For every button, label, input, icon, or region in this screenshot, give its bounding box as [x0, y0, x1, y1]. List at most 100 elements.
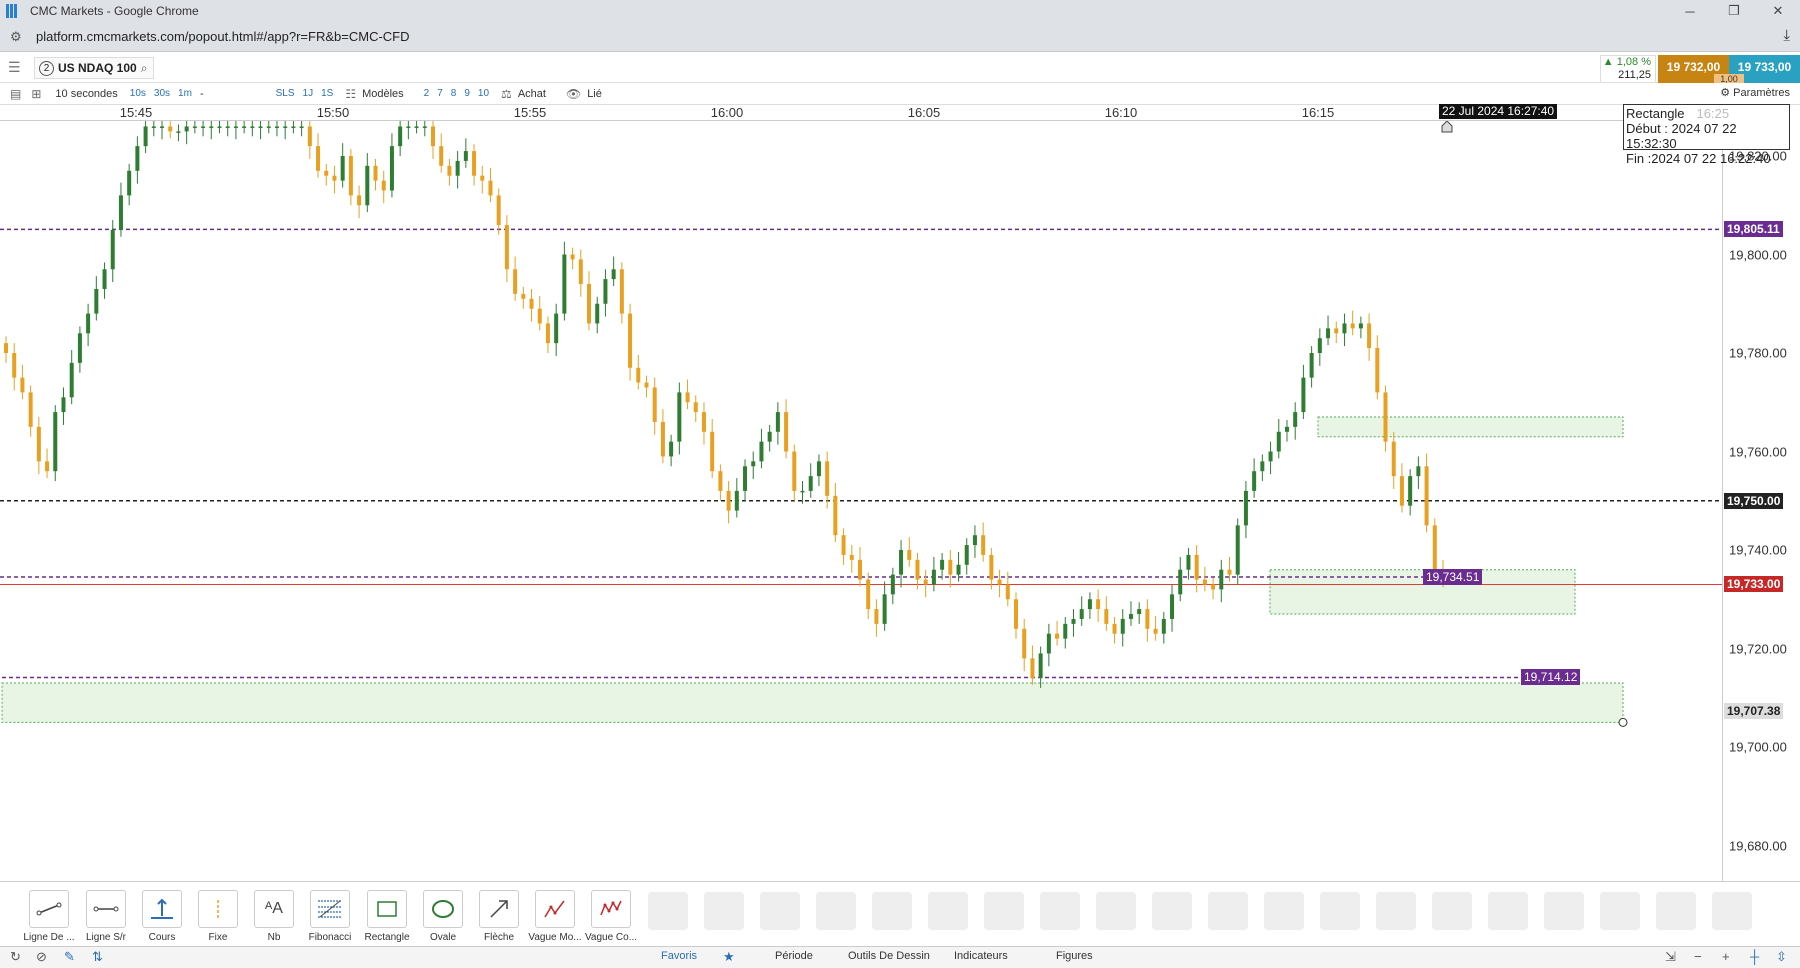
candle-body	[1432, 525, 1437, 570]
empty-tool-slot[interactable]	[872, 892, 912, 930]
magnet-icon[interactable]: ⇅	[92, 949, 103, 965]
empty-tool-slot[interactable]	[648, 892, 688, 930]
price-tick: 19,760.00	[1729, 444, 1787, 459]
candle-body	[1243, 490, 1248, 526]
empty-tool-slot[interactable]	[1152, 892, 1192, 930]
reset-scale-icon[interactable]: ⇳	[1776, 949, 1787, 965]
zoom-out-icon[interactable]: −	[1694, 949, 1702, 964]
crosshair-icon[interactable]: ┼	[1750, 949, 1759, 964]
range-1s[interactable]: 1S	[321, 88, 333, 99]
preset-10[interactable]: 10	[478, 88, 489, 99]
interval-1m[interactable]: 1m	[178, 88, 192, 99]
candle-body	[192, 126, 197, 128]
scale-icon: ⚖	[501, 86, 512, 101]
tool-trendline[interactable]: Ligne De ...	[21, 890, 77, 943]
candle-body	[1137, 609, 1142, 615]
interval-30s[interactable]: 30s	[154, 88, 170, 99]
settings-button[interactable]: ⚙ Paramètres	[1720, 86, 1790, 99]
refresh-icon[interactable]: ↻	[10, 949, 21, 965]
interval-10s[interactable]: 10s	[130, 88, 146, 99]
chart-number-badge: 2	[39, 60, 54, 76]
interval-selector[interactable]: 10 secondes	[55, 88, 117, 100]
download-icon[interactable]: ⤓	[1783, 27, 1790, 44]
candle-body	[841, 535, 846, 555]
tool-price[interactable]: Cours	[134, 890, 190, 943]
candle-body	[414, 126, 419, 128]
preset-8[interactable]: 8	[451, 88, 457, 99]
empty-tool-slot[interactable]	[1264, 892, 1304, 930]
close-button[interactable]: ✕	[1756, 0, 1800, 22]
range-sls[interactable]: SLS	[276, 88, 295, 99]
empty-tool-slot[interactable]	[1320, 892, 1360, 930]
linked-button[interactable]: Lié	[587, 88, 602, 100]
window-title: CMC Markets - Google Chrome	[30, 4, 199, 18]
tab-favoris[interactable]: Favoris	[661, 950, 697, 962]
tool-corrective-wave[interactable]: Vague Co...	[583, 890, 639, 943]
level-tag-high: 19,805.11	[1724, 221, 1783, 238]
tab-indicators[interactable]: Indicateurs	[954, 950, 1008, 962]
candle-body	[751, 461, 756, 467]
candle-body	[866, 579, 871, 610]
empty-tool-slot[interactable]	[1600, 892, 1640, 930]
preset-7[interactable]: 7	[437, 88, 443, 99]
empty-tool-slot[interactable]	[984, 892, 1024, 930]
empty-tool-slot[interactable]	[1488, 892, 1528, 930]
tool-sr-line[interactable]: Ligne S/r	[78, 890, 134, 943]
tab-periode[interactable]: Période	[775, 950, 813, 962]
crosshair-marker	[1441, 121, 1453, 133]
empty-tool-slot[interactable]	[1432, 892, 1472, 930]
oval-icon	[423, 890, 463, 928]
instrument-selector[interactable]: 2 US NDAQ 100 ⌕	[34, 57, 155, 79]
buy-mode-button[interactable]: Achat	[518, 88, 546, 100]
candle-body	[1252, 471, 1257, 491]
tool-motive-wave[interactable]: Vague Mo...	[527, 890, 583, 943]
chart-toolbar: ▤ ⊞ 10 secondes 10s 30s 1m - SLS 1J 1S ☷…	[0, 83, 1800, 105]
layout-grid-icon[interactable]: ⊞	[31, 87, 41, 101]
empty-tool-slot[interactable]	[1040, 892, 1080, 930]
empty-tool-slot[interactable]	[1656, 892, 1696, 930]
star-icon[interactable]: ★	[723, 949, 735, 965]
preset-2[interactable]: 2	[424, 88, 430, 99]
list-icon[interactable]: ▤	[10, 87, 21, 101]
menu-icon[interactable]: ☰	[8, 59, 26, 76]
tab-figures[interactable]: Figures	[1056, 950, 1093, 962]
candle-body	[808, 476, 813, 491]
empty-tool-slot[interactable]	[1544, 892, 1584, 930]
fit-icon[interactable]: ⇲	[1665, 949, 1676, 965]
candle-body	[545, 323, 550, 344]
tool-arrow[interactable]: Flèche	[471, 890, 527, 943]
candle-body	[1178, 569, 1183, 595]
restore-button[interactable]: ❐	[1712, 0, 1756, 22]
candle-body	[1326, 328, 1331, 339]
empty-tool-slot[interactable]	[928, 892, 968, 930]
empty-tool-slot[interactable]	[704, 892, 744, 930]
tool-text[interactable]: ᴬA Nb	[246, 890, 302, 943]
tab-drawing-tools[interactable]: Outils De Dessin	[848, 950, 930, 962]
interval-more[interactable]: -	[200, 88, 204, 100]
empty-tool-slot[interactable]	[760, 892, 800, 930]
pencil-icon[interactable]: ✎	[64, 949, 75, 965]
empty-tool-slot[interactable]	[1376, 892, 1416, 930]
range-1j[interactable]: 1J	[303, 88, 314, 99]
templates-button[interactable]: Modèles	[362, 88, 404, 100]
search-icon[interactable]: ⌕	[141, 61, 148, 76]
disable-icon[interactable]: ⊘	[36, 949, 47, 965]
tool-label: Fixe	[208, 932, 228, 943]
candle-body	[217, 126, 222, 128]
tool-fibonacci[interactable]: Fibonacci	[302, 890, 358, 943]
price-chart[interactable]	[0, 121, 1722, 881]
empty-tool-slot[interactable]	[1712, 892, 1752, 930]
empty-tool-slot[interactable]	[1208, 892, 1248, 930]
empty-tool-slot[interactable]	[1096, 892, 1136, 930]
preset-9[interactable]: 9	[464, 88, 470, 99]
minimize-button[interactable]: ─	[1668, 0, 1712, 22]
empty-tool-slot[interactable]	[816, 892, 856, 930]
url-text[interactable]: platform.cmcmarkets.com/popout.html#/app…	[36, 29, 410, 44]
zoom-in-icon[interactable]: +	[1722, 949, 1730, 964]
tool-rectangle[interactable]: Rectangle	[359, 890, 415, 943]
site-settings-icon[interactable]: ⚙	[10, 29, 26, 45]
candle-body	[1038, 653, 1043, 679]
tool-fixed[interactable]: Fixe	[190, 890, 246, 943]
tool-oval[interactable]: Ovale	[415, 890, 471, 943]
candle-body	[86, 313, 91, 334]
